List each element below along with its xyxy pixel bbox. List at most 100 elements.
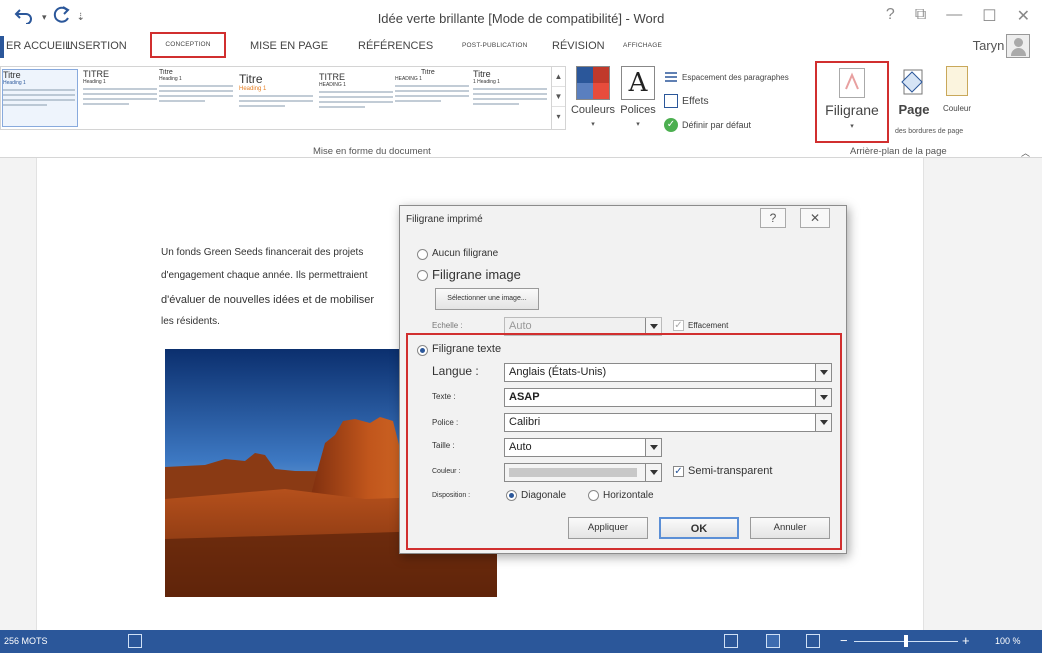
size-select[interactable]: Auto	[504, 438, 662, 457]
zoom-in-button[interactable]: +	[962, 633, 970, 648]
apply-button[interactable]: Appliquer	[568, 517, 648, 539]
watermark-icon	[839, 68, 865, 98]
style-set-thumb[interactable]: Titre 1 Heading 1	[473, 69, 549, 127]
zoom-level[interactable]: 100 %	[995, 636, 1021, 646]
text-watermark-radio[interactable]	[417, 345, 428, 356]
fonts-button[interactable]: A Polices ▾	[618, 66, 658, 128]
text-select[interactable]: ASAP	[504, 388, 832, 407]
font-label: Police :	[432, 418, 459, 427]
horizontal-radio[interactable]	[588, 490, 599, 501]
language-select[interactable]: Anglais (États-Unis)	[504, 363, 832, 382]
style-set-thumb[interactable]: TITRE HEADING 1	[319, 69, 395, 127]
minimize-icon[interactable]: —	[946, 6, 962, 26]
tab-affichage[interactable]: AFFICHAGE	[623, 34, 662, 58]
layout-label: Disposition :	[432, 492, 471, 499]
title-bar: ▾ ⇣ Idée verte brillante [Mode de compat…	[0, 0, 1042, 34]
washout-label: Effacement	[688, 321, 729, 330]
font-select[interactable]: Calibri	[504, 413, 832, 432]
washout-checkbox[interactable]: ✓	[673, 320, 684, 331]
semi-transparent-checkbox[interactable]: ✓	[673, 466, 684, 477]
effects-icon	[664, 94, 678, 108]
tab-revision[interactable]: RÉVISION	[552, 34, 605, 58]
undo-icon[interactable]	[14, 6, 36, 29]
checkmark-icon: ✓	[664, 118, 678, 132]
read-mode-icon[interactable]	[724, 634, 738, 648]
avatar[interactable]	[1006, 34, 1030, 58]
style-set-thumb[interactable]: Titre HEADING 1	[395, 69, 471, 127]
watermark-dialog: Filigrane imprimé ? ✕ Aucun filigrane Fi…	[399, 205, 847, 554]
gallery-scrollbar[interactable]: ▲ ▼ ▾	[551, 67, 565, 129]
tab-insertion[interactable]: INSERTION	[67, 34, 127, 58]
zoom-slider-thumb[interactable]	[904, 635, 908, 647]
tab-references[interactable]: RÉFÉRENCES	[358, 34, 433, 58]
gallery-more-icon[interactable]: ▾	[552, 107, 565, 127]
no-watermark-radio[interactable]	[417, 249, 428, 260]
ribbon-tabs: ER ACCUEIL INSERTION CONCEPTION MISE EN …	[0, 32, 1042, 60]
color-select[interactable]	[504, 463, 662, 482]
redo-icon[interactable]	[53, 6, 71, 29]
group-label-page-bg: Arrière-plan de la page	[850, 146, 947, 157]
page-borders-sublabel: des bordures de page	[895, 128, 964, 135]
cancel-button[interactable]: Annuler	[750, 517, 830, 539]
language-label: Langue :	[432, 364, 479, 378]
quick-access-toolbar: ▾ ⇣	[14, 6, 85, 29]
effects-button[interactable]: Effets	[664, 94, 709, 108]
dialog-close-icon[interactable]: ✕	[800, 208, 830, 228]
proofing-icon[interactable]	[128, 634, 142, 648]
style-set-thumb[interactable]: TITRE Heading 1	[83, 69, 159, 127]
ok-button[interactable]: OK	[659, 517, 739, 539]
diagonal-label: Diagonale	[521, 490, 567, 501]
bottom-strip	[0, 653, 1042, 659]
ribbon: Titre Heading 1 TITRE Heading 1 Titre He…	[0, 60, 1042, 158]
tab-mise-en-page[interactable]: MISE EN PAGE	[250, 34, 328, 58]
doc-paragraph-line: Un fonds Green Seeds financerait des pro…	[161, 247, 364, 258]
style-set-thumb[interactable]: Titre Heading 1	[159, 69, 235, 127]
window-controls: ? ⧉ — ☐ ✕	[886, 6, 1030, 26]
doc-paragraph-line: d'évaluer de nouvelles idées et de mobil…	[161, 294, 375, 306]
colors-icon	[576, 66, 610, 100]
maximize-icon[interactable]: ☐	[982, 6, 996, 26]
page-borders-button[interactable]: Page	[892, 66, 936, 117]
tab-conception[interactable]: CONCEPTION	[150, 32, 226, 58]
color-swatch	[509, 468, 637, 477]
status-bar: 256 MOTS − + 100 %	[0, 630, 1042, 653]
image-watermark-radio[interactable]	[417, 270, 428, 281]
print-layout-icon[interactable]	[766, 634, 780, 648]
diagonal-radio[interactable]	[506, 490, 517, 501]
undo-dropdown-icon[interactable]: ▾	[42, 12, 47, 23]
set-default-button[interactable]: ✓ Définir par défaut	[664, 118, 751, 132]
chevron-down-icon: ▾	[850, 123, 854, 130]
ribbon-display-icon[interactable]: ⧉	[915, 6, 926, 26]
gallery-down-icon[interactable]: ▼	[552, 87, 565, 107]
paragraph-spacing-icon	[664, 70, 678, 84]
style-set-thumb[interactable]: Titre Heading 1	[239, 69, 315, 127]
colors-button[interactable]: Couleurs ▾	[570, 66, 616, 128]
zoom-out-button[interactable]: −	[840, 633, 848, 648]
scale-label: Echelle :	[432, 321, 463, 330]
page-color-icon	[900, 66, 928, 100]
gallery-up-icon[interactable]: ▲	[552, 67, 565, 87]
dialog-title: Filigrane imprimé	[406, 214, 483, 225]
chevron-down-icon	[815, 414, 831, 431]
scale-select[interactable]: Auto	[504, 317, 662, 336]
help-icon[interactable]: ?	[886, 6, 895, 26]
fonts-icon: A	[621, 66, 655, 100]
tab-post-publication[interactable]: POST-PUBLICATION	[462, 34, 528, 58]
group-label-doc-format: Mise en forme du document	[313, 146, 431, 157]
chevron-down-icon	[815, 364, 831, 381]
word-count[interactable]: 256 MOTS	[4, 636, 48, 646]
chevron-down-icon	[645, 439, 661, 456]
style-set-thumb[interactable]: Titre Heading 1	[2, 69, 78, 127]
dialog-help-icon[interactable]: ?	[760, 208, 786, 228]
web-layout-icon[interactable]	[806, 634, 820, 648]
customize-qat-icon[interactable]: ⇣	[77, 12, 85, 23]
file-tab-edge[interactable]	[0, 36, 4, 58]
chevron-down-icon: ▾	[591, 121, 595, 128]
tab-accueil[interactable]: ER ACCUEIL	[6, 34, 71, 58]
close-icon[interactable]: ✕	[1017, 6, 1030, 26]
page-color-button[interactable]: Couleur	[941, 66, 973, 114]
watermark-button[interactable]: Filigrane ▾	[818, 68, 886, 130]
paragraph-spacing-button[interactable]: Espacement des paragraphes	[664, 70, 789, 84]
page-borders-icon	[946, 66, 968, 96]
select-image-button[interactable]: Sélectionner une image...	[435, 288, 539, 310]
